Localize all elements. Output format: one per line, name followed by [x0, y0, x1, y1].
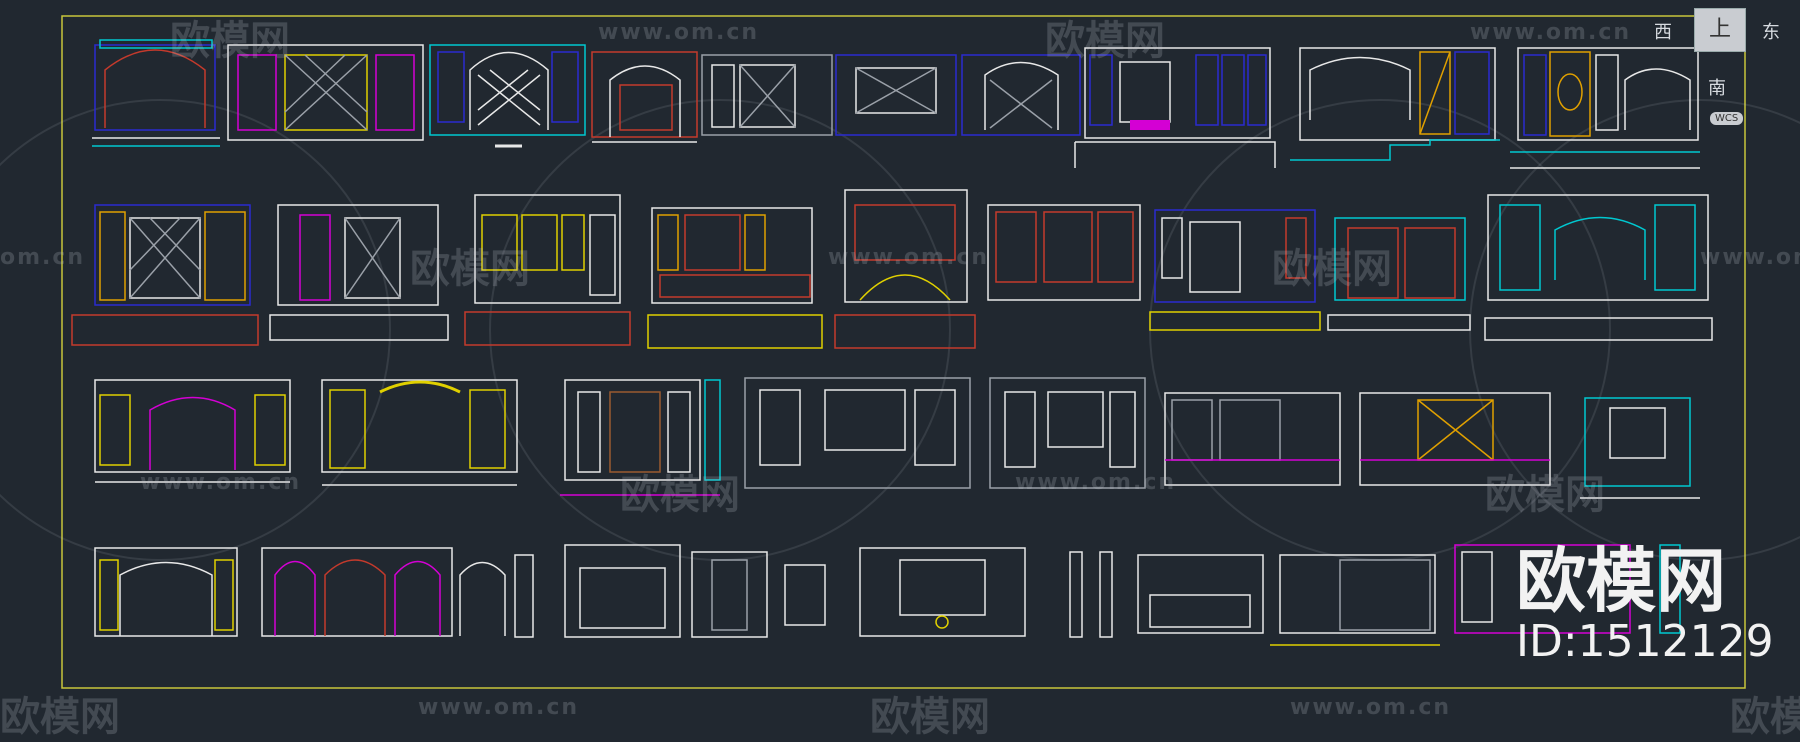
brand-overlay: 欧模网 ID:1512129 [1516, 546, 1774, 664]
wcs-menu[interactable]: WCS [1710, 112, 1744, 125]
viewcube-south[interactable]: 南 [1708, 74, 1726, 100]
viewcube-east[interactable]: 东 [1762, 18, 1780, 44]
elevation-row-1 [92, 39, 1700, 169]
elevation-row-4 [94, 544, 1681, 646]
model-id: ID:1512129 [1516, 616, 1774, 667]
elevation-row-3 [94, 377, 1700, 499]
elevation-row-2 [71, 189, 1713, 349]
viewcube-top-face[interactable]: 上 [1694, 8, 1746, 52]
viewcube[interactable]: 西 上 东 南 WCS [1650, 2, 1790, 125]
viewcube-west[interactable]: 西 [1654, 18, 1672, 44]
brand-logo: 欧模网 [1516, 540, 1726, 622]
